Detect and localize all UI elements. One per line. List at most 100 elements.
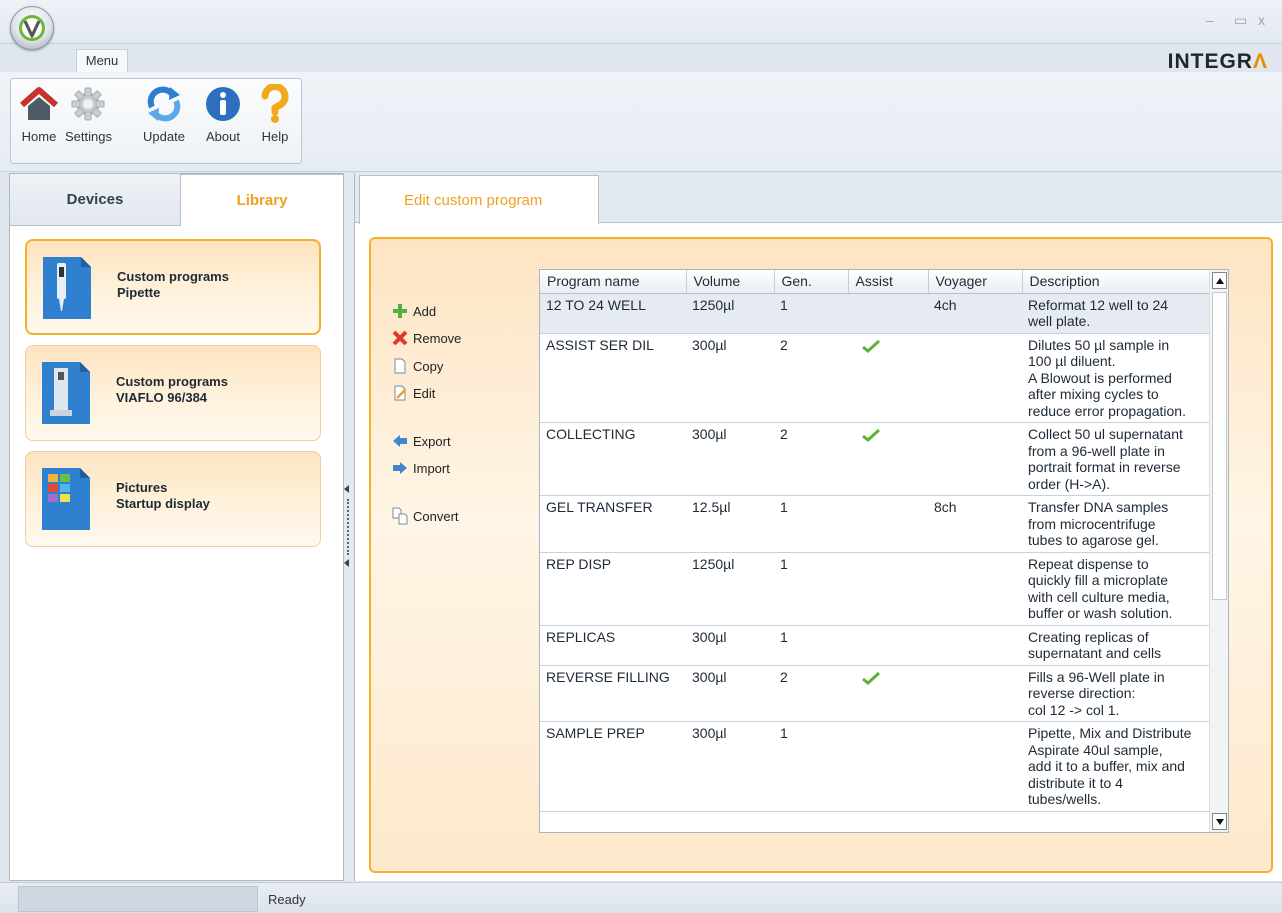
description-line: reverse direction: xyxy=(1028,685,1136,701)
cell-gen: 1 xyxy=(774,625,848,666)
copy-label: Copy xyxy=(413,358,444,374)
cell-voyager: 4ch xyxy=(928,293,1022,334)
left-tabs: Devices Library xyxy=(10,174,343,226)
remove-button[interactable]: Remove xyxy=(391,328,461,348)
about-button[interactable]: About xyxy=(203,83,243,155)
collapse-arrow-icon xyxy=(344,559,349,567)
table-row[interactable]: SAMPLE PREP 300µl 1 Pipette, Mix and Distri… xyxy=(540,721,1210,812)
table-row[interactable]: COLLECTING 300µl 2 Collect 50 ul supernatan… xyxy=(540,422,1210,496)
table-row[interactable]: REPLICAS 300µl 1 Creating replicas of supern… xyxy=(540,625,1210,666)
gear-icon xyxy=(68,83,108,125)
cell-gen: 2 xyxy=(774,665,848,722)
table-row[interactable]: REVERSE FILLING 300µl 2 Fills a 96-Well pla… xyxy=(540,665,1210,722)
cell-gen: 1 xyxy=(774,293,848,334)
checkmark-icon xyxy=(862,428,880,442)
checkmark-icon xyxy=(862,339,880,353)
cell-volume: 300µl xyxy=(686,333,774,423)
library-item-pictures[interactable]: Pictures Startup display xyxy=(25,451,321,547)
table-row[interactable]: 12 TO 24 WELL 1250µl 1 4ch Reformat 12 well … xyxy=(540,293,1210,334)
tab-library[interactable]: Library xyxy=(181,174,343,226)
cell-volume: 1250µl xyxy=(686,293,774,334)
close-button[interactable]: x xyxy=(1258,12,1265,28)
edit-button[interactable]: Edit xyxy=(391,383,435,403)
update-label: Update xyxy=(143,129,185,144)
scroll-down-button[interactable] xyxy=(1212,813,1227,830)
main-tabbar: Edit custom program xyxy=(355,173,1282,224)
description-line: add it to a buffer, mix and xyxy=(1028,758,1185,774)
cell-assist xyxy=(848,721,928,812)
table-scrollbar[interactable] xyxy=(1209,270,1228,832)
checkmark-icon xyxy=(862,671,880,685)
cell-description: Repeat dispense to quickly fill a micropl… xyxy=(1022,552,1210,626)
cell-description: Reformat 12 well to 24 well plate. xyxy=(1022,293,1210,334)
card-title: Custom programs xyxy=(117,269,229,284)
cell-voyager: 8ch xyxy=(928,495,1022,553)
copy-button[interactable]: Copy xyxy=(391,356,443,376)
tab-devices[interactable]: Devices xyxy=(10,174,181,226)
convert-button[interactable]: Convert xyxy=(391,506,459,526)
cell-name: SAMPLE PREP xyxy=(540,721,686,812)
cell-description: Dilutes 50 µl sample in 100 µl diluent. A … xyxy=(1022,333,1210,423)
card-title: Custom programs xyxy=(116,374,228,389)
column-header-description[interactable]: Description xyxy=(1022,270,1211,294)
column-header-assist[interactable]: Assist xyxy=(848,270,929,294)
cell-voyager xyxy=(928,721,1022,812)
copy-icon xyxy=(391,357,409,375)
tab-edit-custom-program[interactable]: Edit custom program xyxy=(359,175,599,224)
cell-voyager xyxy=(928,625,1022,666)
minimize-button[interactable]: – xyxy=(1206,12,1214,28)
scroll-up-button[interactable] xyxy=(1212,272,1227,289)
panel-splitter[interactable] xyxy=(344,173,354,881)
cell-volume: 300µl xyxy=(686,422,774,496)
app-menu-button[interactable] xyxy=(10,6,54,50)
edit-panel: Add Remove Copy Edit Export Import Conve… xyxy=(369,237,1273,873)
cell-description: Transfer DNA samples from microcentrifuge… xyxy=(1022,495,1210,553)
menu-tab[interactable]: Menu xyxy=(76,49,128,73)
cell-voyager xyxy=(928,333,1022,423)
refresh-icon xyxy=(144,83,184,125)
table-row[interactable]: GEL TRANSFER 12.5µl 1 8ch Transfer DNA sampl… xyxy=(540,495,1210,553)
cell-volume: 1250µl xyxy=(686,552,774,626)
description-line: Pipette, Mix and Distribute xyxy=(1028,725,1192,741)
description-line: Transfer DNA samples xyxy=(1028,499,1169,515)
ribbon-group: Home Settings Update About Help xyxy=(10,78,302,164)
import-button[interactable]: Import xyxy=(391,458,450,478)
description-line: col 12 -> col 1. xyxy=(1028,701,1120,718)
cell-name: REP DISP xyxy=(540,552,686,626)
cell-name: 12 TO 24 WELL xyxy=(540,293,686,334)
description-line: 100 µl diluent. xyxy=(1028,353,1116,369)
add-button[interactable]: Add xyxy=(391,301,436,321)
column-header-program-name[interactable]: Program name xyxy=(540,270,687,294)
scrollbar-thumb[interactable] xyxy=(1212,292,1227,600)
table-row[interactable]: REP DISP 1250µl 1 Repeat dispense to quickly… xyxy=(540,552,1210,626)
cell-volume: 300µl xyxy=(686,721,774,812)
export-label: Export xyxy=(413,433,451,449)
description-line: buffer or wash solution. xyxy=(1028,605,1173,621)
table-row[interactable]: ASSIST SER DIL 300µl 2 Dilutes 50 µl sample… xyxy=(540,333,1210,423)
column-header-gen[interactable]: Gen. xyxy=(774,270,849,294)
description-line: tubes to agarose gel. xyxy=(1028,532,1159,548)
column-header-voyager[interactable]: Voyager xyxy=(928,270,1023,294)
cell-assist xyxy=(848,293,928,334)
add-icon xyxy=(391,302,409,320)
description-line: Dilutes 50 µl sample in xyxy=(1028,336,1170,353)
status-text: Ready xyxy=(268,892,306,907)
card-subtitle: VIAFLO 96/384 xyxy=(116,390,208,405)
description-line: after mixing cycles to xyxy=(1028,386,1159,402)
settings-button[interactable]: Settings xyxy=(65,83,112,155)
update-button[interactable]: Update xyxy=(143,83,185,155)
cell-volume: 300µl xyxy=(686,625,774,666)
main-area: Edit custom program Add Remove Copy Edit… xyxy=(354,173,1282,881)
home-button[interactable]: Home xyxy=(19,83,59,155)
column-header-volume[interactable]: Volume xyxy=(686,270,775,294)
program-table: Program name Volume Gen. Assist Voyager … xyxy=(539,269,1229,833)
cell-volume: 300µl xyxy=(686,665,774,722)
remove-icon xyxy=(391,329,409,347)
library-item-custom-viaflo[interactable]: Custom programs VIAFLO 96/384 xyxy=(25,345,321,441)
card-subtitle: Startup display xyxy=(116,496,210,511)
description-line: Aspirate 40ul sample, xyxy=(1028,741,1163,758)
help-button[interactable]: Help xyxy=(255,83,295,155)
maximize-button[interactable]: ▭ xyxy=(1234,12,1247,29)
export-button[interactable]: Export xyxy=(391,431,451,451)
library-item-custom-pipette[interactable]: Custom programs Pipette xyxy=(25,239,321,335)
